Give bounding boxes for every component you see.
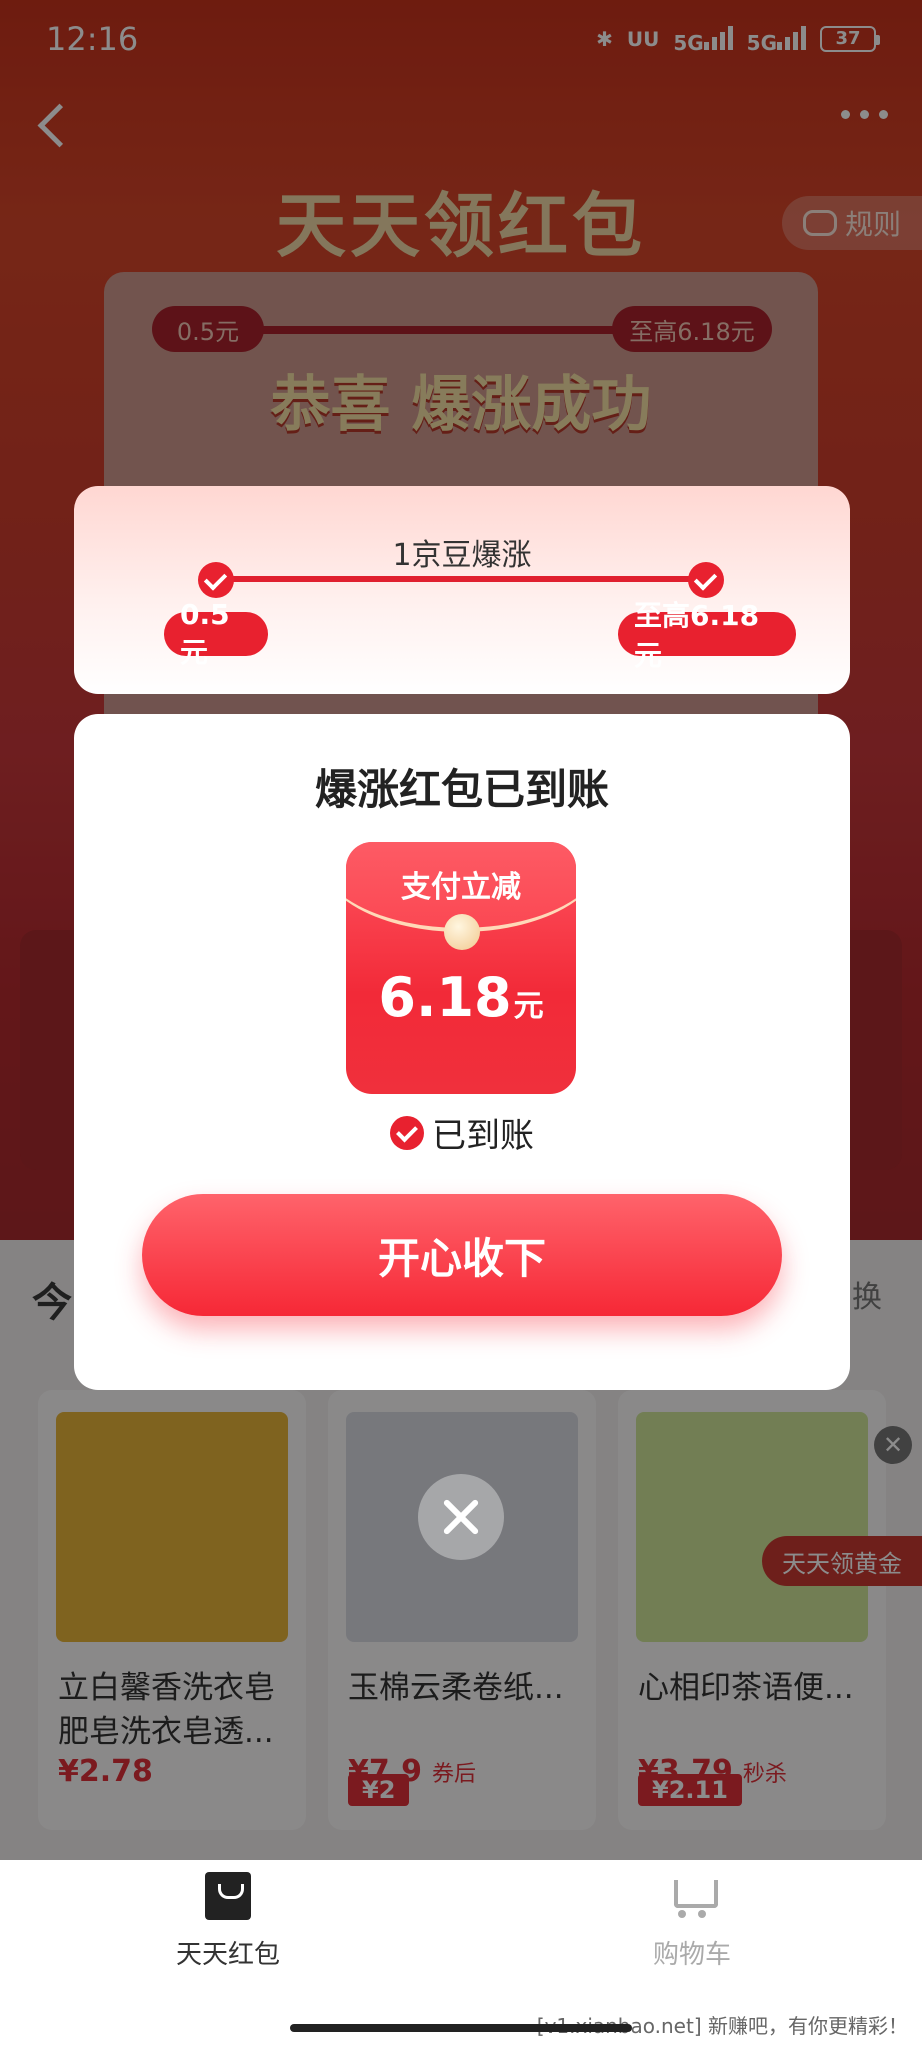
shopping-bag-icon bbox=[205, 1872, 251, 1920]
envelope-seal-icon bbox=[444, 914, 480, 950]
accept-button[interactable]: 开心收下 bbox=[142, 1194, 782, 1316]
tab-cart[interactable]: 购物车 bbox=[542, 1872, 842, 1971]
tab-label: 天天红包 bbox=[175, 1940, 280, 1970]
max-value-pill: 至高6.18元 bbox=[618, 599, 796, 672]
check-icon bbox=[688, 562, 724, 598]
check-icon bbox=[198, 562, 234, 598]
amount-value: 6.18 bbox=[378, 966, 512, 1029]
close-modal-icon[interactable] bbox=[418, 1474, 504, 1560]
boost-progress-panel: 1京豆爆涨 0.5元 至高6.18元 bbox=[74, 486, 850, 694]
boost-caption: 1京豆爆涨 bbox=[392, 538, 532, 573]
red-envelope: 支付立减 6.18元 bbox=[346, 842, 576, 1094]
arrived-status: 已到账 bbox=[74, 1108, 850, 1157]
min-value-pill: 0.5元 bbox=[164, 598, 268, 669]
arrived-label: 已到账 bbox=[432, 1116, 534, 1156]
modal-title: 爆涨红包已到账 bbox=[314, 765, 609, 814]
amount-unit: 元 bbox=[513, 989, 544, 1024]
check-icon bbox=[390, 1115, 424, 1150]
boost-progress-line bbox=[216, 576, 706, 582]
tab-label: 购物车 bbox=[652, 1940, 731, 1970]
envelope-label: 支付立减 bbox=[401, 870, 521, 905]
cart-icon bbox=[666, 1872, 718, 1920]
tab-redpacket[interactable]: 天天红包 bbox=[78, 1872, 378, 1971]
home-indicator[interactable] bbox=[290, 2024, 632, 2032]
redpacket-modal: 爆涨红包已到账 支付立减 6.18元 已到账 开心收下 bbox=[74, 714, 850, 1390]
envelope-amount: 6.18元 bbox=[346, 966, 576, 1029]
